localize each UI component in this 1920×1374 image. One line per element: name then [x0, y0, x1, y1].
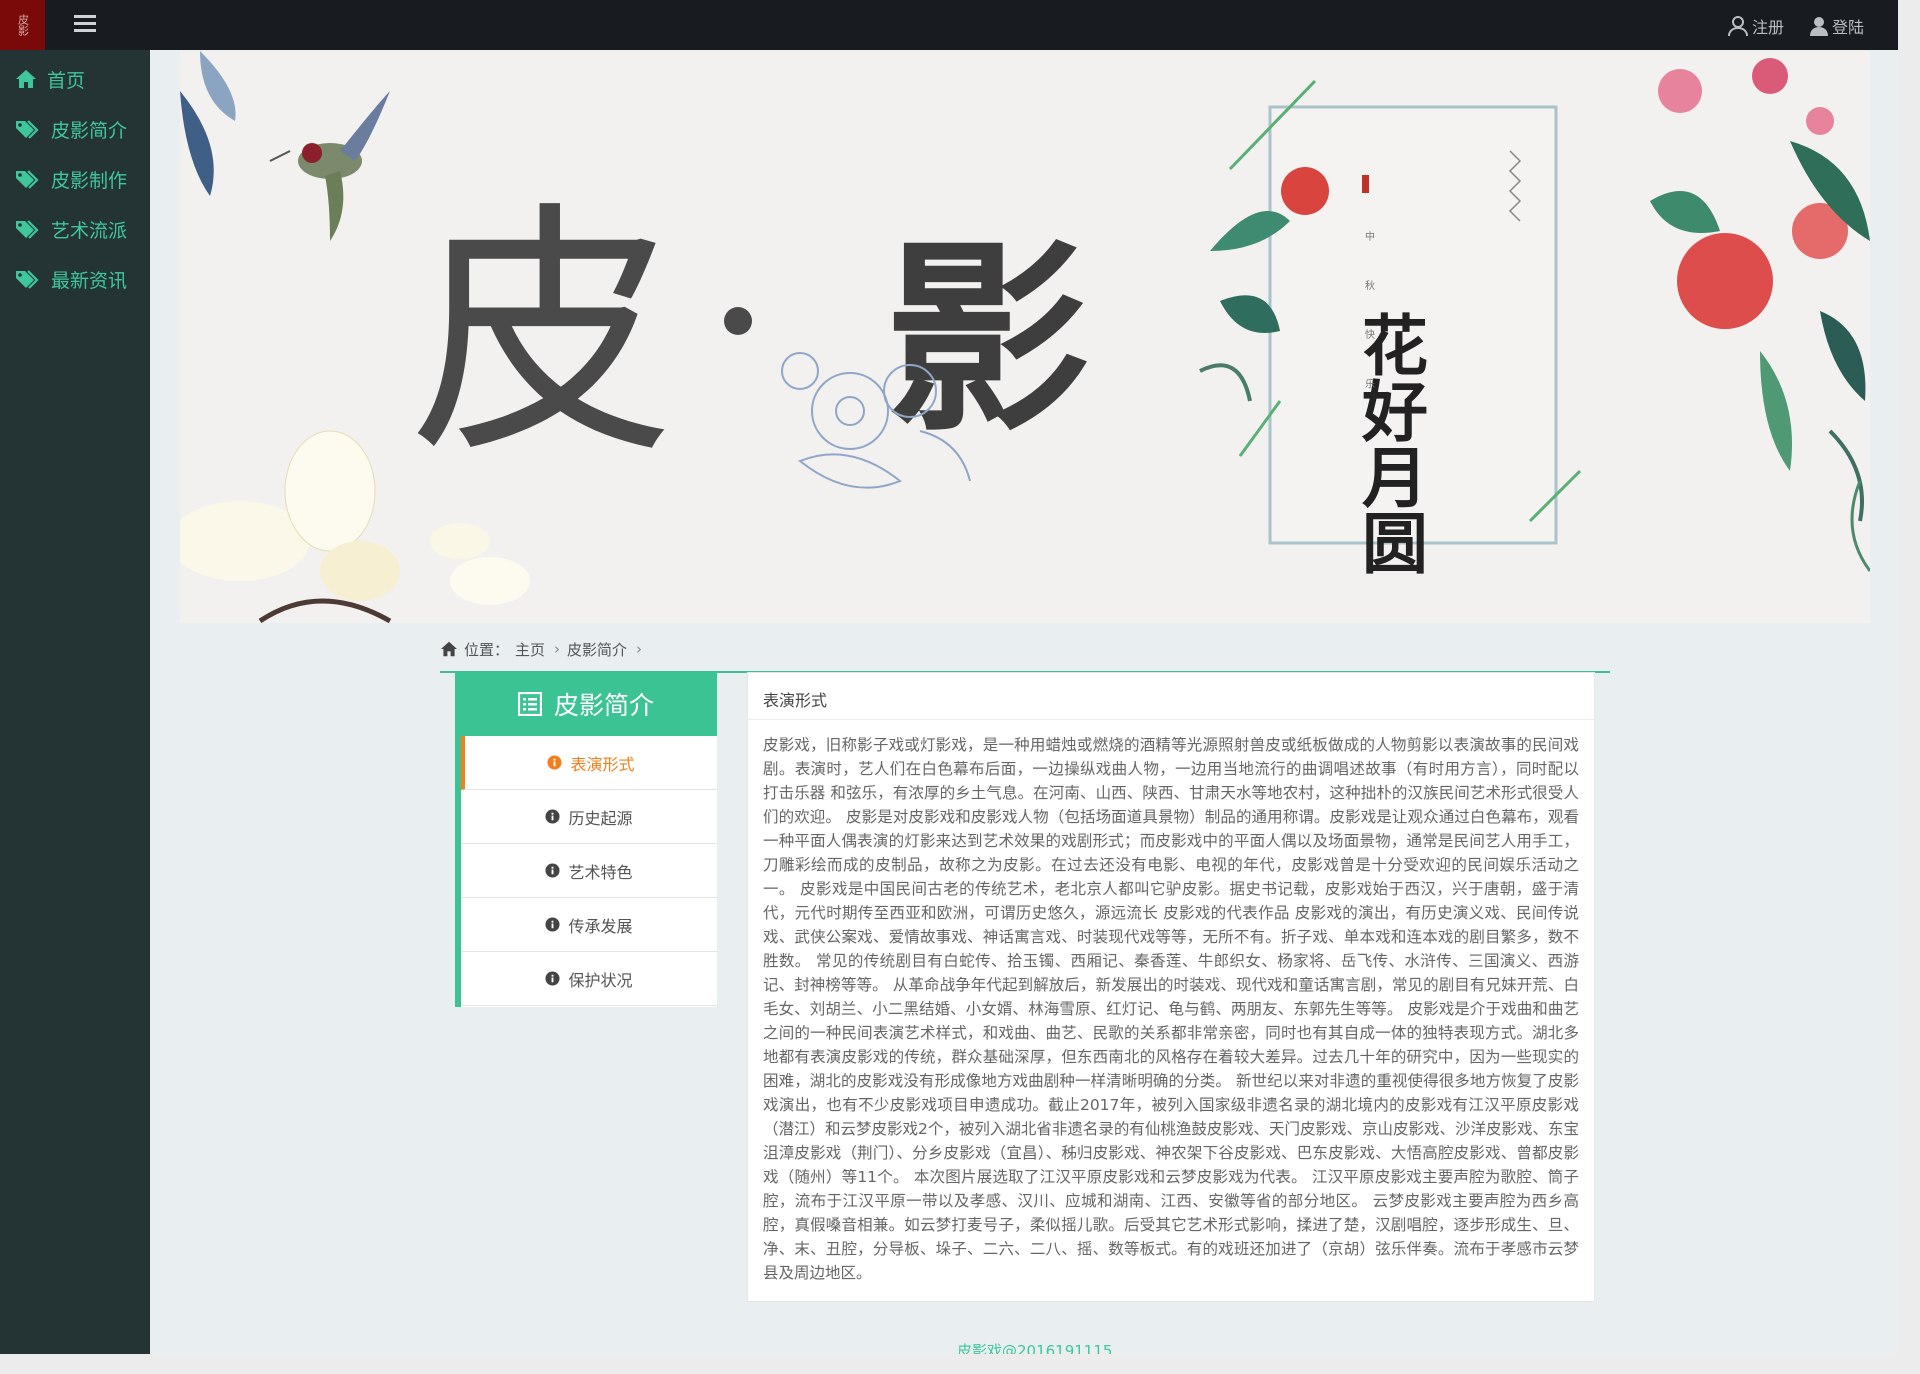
sidebar-item-schools[interactable]: 艺术流派	[0, 209, 150, 249]
info-circle-icon	[545, 809, 561, 824]
menu-item-inheritance[interactable]: 传承发展	[461, 898, 717, 952]
banner-artwork: 皮 影 花好月圆 中 秋 快 乐	[180, 51, 1870, 623]
menu-item-label: 历史起源	[568, 808, 633, 828]
tags-icon	[16, 270, 39, 289]
sidebar-item-news[interactable]: 最新资讯	[0, 259, 150, 299]
register-label: 注册	[1752, 18, 1785, 37]
logo-text: 皮影	[16, 14, 30, 36]
home-icon	[16, 70, 36, 88]
article-panel: 表演形式 皮影戏，旧称影子戏或灯影戏，是一种用蜡烛或燃烧的酒精等光源照射兽皮或纸…	[747, 672, 1595, 1302]
banner-image: 皮 影 花好月圆 中 秋 快 乐	[180, 51, 1870, 623]
menu-item-label: 艺术特色	[568, 862, 633, 882]
breadcrumb: 位置： 主页 › 皮影简介 ›	[440, 638, 649, 660]
svg-text:皮: 皮	[410, 181, 675, 489]
article-body: 皮影戏，旧称影子戏或灯影戏，是一种用蜡烛或燃烧的酒精等光源照射兽皮或纸板做成的人…	[763, 736, 1579, 1282]
sidebar-item-label: 首页	[47, 69, 86, 92]
menu-item-history[interactable]: 历史起源	[461, 790, 717, 844]
category-menu-title: 皮影简介	[553, 691, 654, 720]
sidebar-item-label: 皮影简介	[51, 119, 128, 142]
sidebar-item-making[interactable]: 皮影制作	[0, 159, 150, 199]
list-alt-icon	[517, 692, 542, 716]
category-menu-header: 皮影简介	[455, 672, 717, 736]
poster-frame: 花好月圆 中 秋 快 乐	[1228, 79, 1582, 575]
category-menu: 皮影简介 表演形式 历史起源 艺术特色 传承发展 保护状况	[455, 672, 717, 1007]
sidebar-item-home[interactable]: 首页	[0, 59, 150, 99]
site-logo[interactable]: 皮影	[0, 0, 45, 50]
menu-item-label: 表演形式	[570, 754, 635, 774]
sidebar-item-intro[interactable]: 皮影简介	[0, 109, 150, 149]
category-menu-list: 表演形式 历史起源 艺术特色 传承发展 保护状况	[455, 736, 717, 1007]
sidebar-item-label: 最新资讯	[51, 269, 128, 292]
breadcrumb-prefix: 位置：	[464, 640, 510, 659]
page-bottom-strip	[0, 1354, 1920, 1374]
login-label: 登陆	[1832, 18, 1865, 37]
svg-text:影: 影	[885, 220, 1090, 460]
user-icon	[1810, 17, 1828, 36]
article-divider	[748, 719, 1594, 720]
tags-icon	[16, 220, 39, 239]
info-circle-icon	[545, 863, 561, 878]
login-link[interactable]: 登陆	[1810, 14, 1864, 38]
breadcrumb-home-link[interactable]: 主页	[515, 639, 545, 660]
register-link[interactable]: 注册	[1728, 14, 1784, 38]
menu-item-label: 传承发展	[568, 916, 633, 936]
breadcrumb-current-link[interactable]: 皮影简介	[567, 639, 627, 660]
svg-text:中 秋 快 乐: 中 秋 快 乐	[1363, 230, 1375, 407]
tags-icon	[16, 120, 39, 139]
menu-item-features[interactable]: 艺术特色	[461, 844, 717, 898]
info-circle-icon	[547, 755, 563, 770]
chevron-right-icon: ›	[554, 640, 561, 658]
menu-item-protection[interactable]: 保护状况	[461, 952, 717, 1006]
sidebar: 首页 皮影简介 皮影制作 艺术流派 最新资讯	[0, 50, 150, 1354]
user-outline-icon	[1728, 16, 1748, 37]
hummingbird	[269, 91, 390, 241]
home-icon	[441, 641, 457, 657]
info-circle-icon	[545, 917, 561, 932]
menu-item-label: 保护状况	[568, 970, 633, 990]
hamburger-menu-icon[interactable]	[74, 15, 96, 35]
article-title: 表演形式	[763, 691, 828, 710]
chevron-right-icon: ›	[636, 640, 643, 658]
sidebar-item-label: 皮影制作	[51, 169, 128, 192]
right-floral-cluster	[1650, 58, 1870, 572]
top-navbar: 皮影 注册 登陆	[0, 0, 1898, 50]
info-circle-icon	[545, 971, 561, 986]
menu-item-performance[interactable]: 表演形式	[461, 736, 717, 790]
tags-icon	[16, 170, 39, 189]
sidebar-item-label: 艺术流派	[51, 219, 128, 242]
